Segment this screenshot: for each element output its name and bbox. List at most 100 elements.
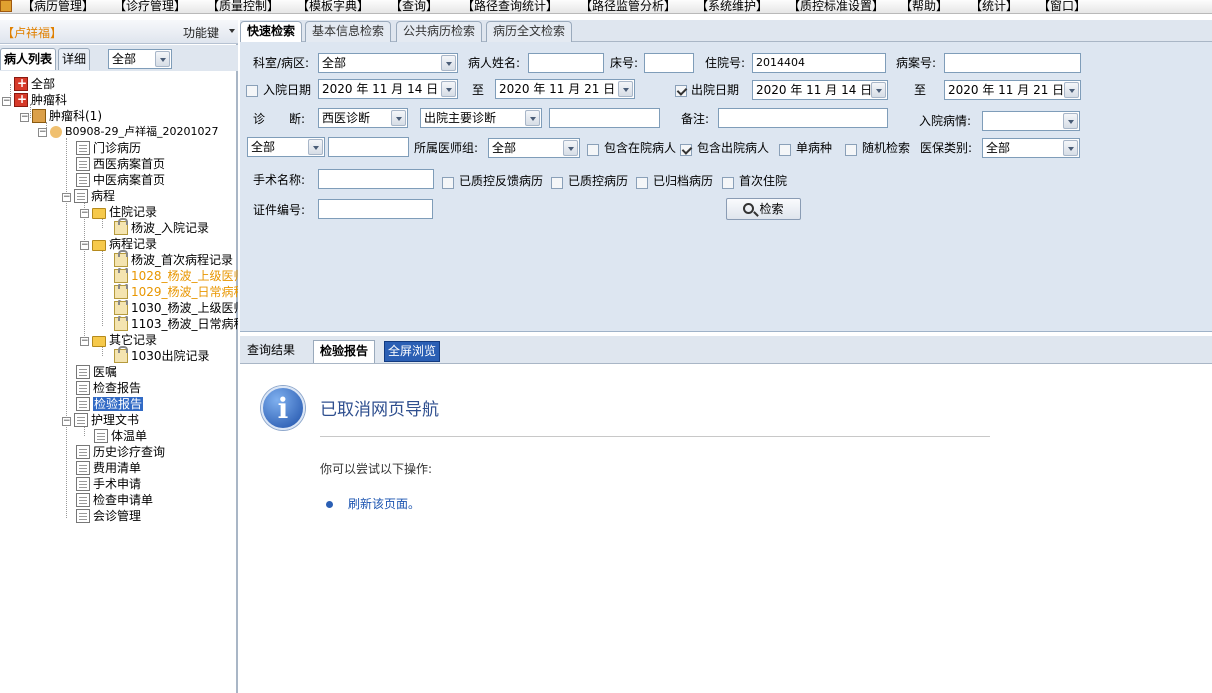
inpatient-no-input[interactable]: 2014404: [752, 53, 886, 73]
diagnosis-type-select[interactable]: 西医诊断: [318, 108, 408, 128]
tree-node-patient[interactable]: − B0908-29_卢祥福_20201027: [38, 124, 219, 140]
collapse-icon[interactable]: −: [38, 128, 47, 137]
tree-node-admission-records[interactable]: − 住院记录: [80, 204, 157, 220]
chevron-down-icon[interactable]: [229, 29, 235, 33]
admit-date-from[interactable]: 2020 年 11 月 14 日: [318, 79, 458, 99]
tree-node-fees[interactable]: 费用清单: [76, 460, 141, 476]
archived-checkbox[interactable]: [636, 177, 648, 189]
tree-node-exam-request[interactable]: 检查申请单: [76, 492, 153, 508]
tree-node-dept[interactable]: − 肿瘤科: [2, 91, 67, 108]
tree-node-surgery[interactable]: 手术申请: [76, 476, 141, 492]
random-search-checkbox[interactable]: [845, 144, 857, 156]
collapse-icon[interactable]: −: [80, 209, 89, 218]
extra-input[interactable]: [328, 137, 409, 157]
tree-node-discharge-item[interactable]: 1030出院记录: [114, 346, 210, 364]
tree-node-other-records[interactable]: − 其它记录: [80, 332, 157, 348]
tree-node-temperature[interactable]: 体温单: [94, 428, 147, 444]
tree-node-lab-report[interactable]: 检验报告: [76, 396, 144, 412]
menu-qc-standard[interactable]: 【质控标准设置】: [788, 0, 884, 13]
tab-detail[interactable]: 详细: [58, 48, 91, 70]
diagnosis-input[interactable]: [549, 108, 660, 128]
collapse-icon[interactable]: −: [20, 113, 29, 122]
collapse-icon[interactable]: −: [62, 193, 71, 202]
tree-node-course-item[interactable]: 杨波_首次病程记录: [114, 250, 233, 268]
admit-condition-select[interactable]: [982, 111, 1080, 131]
chevron-down-icon[interactable]: [871, 82, 886, 98]
tree-node-course-item[interactable]: 1028_杨波_上级医师: [114, 268, 238, 284]
menu-quality-control[interactable]: 【质量控制】: [207, 0, 279, 13]
tree-node-course-item[interactable]: 1103_杨波_日常病程: [114, 316, 238, 332]
chevron-down-icon[interactable]: [441, 81, 456, 97]
admit-date-to[interactable]: 2020 年 11 月 21 日: [495, 79, 635, 99]
tab-public-records[interactable]: 公共病历检索: [396, 21, 483, 42]
collapse-icon[interactable]: −: [2, 97, 11, 106]
id-number-input[interactable]: [318, 199, 433, 219]
menu-treatment[interactable]: 【诊疗管理】: [114, 0, 186, 13]
tree-node-course-item[interactable]: 1029_杨波_日常病程: [114, 284, 238, 300]
discharge-date-checkbox[interactable]: [675, 85, 687, 97]
tab-fulltext-search[interactable]: 病历全文检索: [486, 21, 573, 42]
tab-patient-list[interactable]: 病人列表: [0, 48, 57, 70]
tab-lab-report[interactable]: 检验报告: [313, 340, 376, 363]
chevron-down-icon[interactable]: [441, 55, 456, 71]
tree-node-course-records[interactable]: − 病程记录: [80, 236, 157, 252]
menu-system-maintenance[interactable]: 【系统维护】: [696, 0, 768, 13]
chevron-down-icon[interactable]: [525, 110, 540, 126]
single-disease-checkbox[interactable]: [779, 144, 791, 156]
menu-medical-records[interactable]: 【病历管理】: [22, 0, 94, 13]
tree-node-nursing[interactable]: − 护理文书: [62, 412, 139, 428]
bed-input[interactable]: [644, 53, 694, 73]
tree-node-consult[interactable]: 会诊管理: [76, 508, 141, 524]
chevron-down-icon[interactable]: [1063, 140, 1078, 156]
chevron-down-icon[interactable]: [391, 110, 406, 126]
tree-node-course-item[interactable]: 1030_杨波_上级医师: [114, 300, 238, 316]
patient-name-input[interactable]: [528, 53, 604, 73]
remark-input[interactable]: [718, 108, 888, 128]
qc-done-checkbox[interactable]: [551, 177, 563, 189]
tab-quick-search[interactable]: 快速检索: [240, 21, 303, 42]
tree-node-outpatient[interactable]: 门诊病历: [76, 140, 141, 156]
chevron-down-icon[interactable]: [563, 140, 578, 156]
function-key-button[interactable]: 功能键: [183, 24, 219, 41]
tab-basic-search[interactable]: 基本信息检索: [305, 21, 392, 42]
tree-node-course[interactable]: − 病程: [62, 188, 115, 204]
include-inpatient-checkbox[interactable]: [587, 144, 599, 156]
discharge-date-from[interactable]: 2020 年 11 月 14 日: [752, 80, 888, 100]
tree-node-history[interactable]: 历史诊疗查询: [76, 444, 165, 460]
fullscreen-button[interactable]: 全屏浏览: [384, 341, 441, 362]
include-discharged-checkbox[interactable]: [680, 144, 692, 156]
qc-feedback-checkbox[interactable]: [442, 177, 454, 189]
doctor-group-select[interactable]: 全部: [488, 138, 580, 158]
chevron-down-icon[interactable]: [618, 81, 633, 97]
collapse-icon[interactable]: −: [80, 241, 89, 250]
first-admit-checkbox[interactable]: [722, 177, 734, 189]
menu-path-supervision[interactable]: 【路径监管分析】: [580, 0, 676, 13]
dept-select[interactable]: 全部: [318, 53, 458, 73]
tree-node-all[interactable]: 全部: [14, 75, 55, 92]
tree-node-dept-sub[interactable]: − 肿瘤科(1): [20, 108, 102, 124]
tree-node-tcm-home[interactable]: 中医病案首页: [76, 172, 165, 188]
menu-path-query-stats[interactable]: 【路径查询统计】: [462, 0, 558, 13]
chevron-down-icon[interactable]: [1064, 82, 1079, 98]
chevron-down-icon[interactable]: [155, 51, 170, 67]
discharge-date-to[interactable]: 2020 年 11 月 21 日: [944, 80, 1081, 100]
case-no-input[interactable]: [944, 53, 1081, 73]
menu-window[interactable]: 【窗口】: [1038, 0, 1086, 13]
chevron-down-icon[interactable]: [308, 139, 323, 155]
collapse-icon[interactable]: −: [62, 417, 71, 426]
collapse-icon[interactable]: −: [80, 337, 89, 346]
insurance-select[interactable]: 全部: [982, 138, 1080, 158]
refresh-page-link[interactable]: 刷新该页面。: [348, 495, 420, 512]
diagnosis-kind-select[interactable]: 出院主要诊断: [420, 108, 542, 128]
menu-template-dictionary[interactable]: 【模板字典】: [297, 0, 369, 13]
tree-node-exam-report[interactable]: 检查报告: [76, 380, 141, 396]
patient-filter-select[interactable]: 全部: [108, 49, 172, 69]
extra-type-select[interactable]: 全部: [247, 137, 325, 157]
tree-node-western-home[interactable]: 西医病案首页: [76, 156, 165, 172]
menu-help[interactable]: 【帮助】: [900, 0, 948, 13]
menu-query[interactable]: 【查询】: [390, 0, 438, 13]
tab-query-results[interactable]: 查询结果: [241, 340, 301, 363]
chevron-down-icon[interactable]: [1063, 113, 1078, 129]
tree-node-admission-item[interactable]: 杨波_入院记录: [114, 218, 209, 236]
admit-date-checkbox[interactable]: [246, 85, 258, 97]
